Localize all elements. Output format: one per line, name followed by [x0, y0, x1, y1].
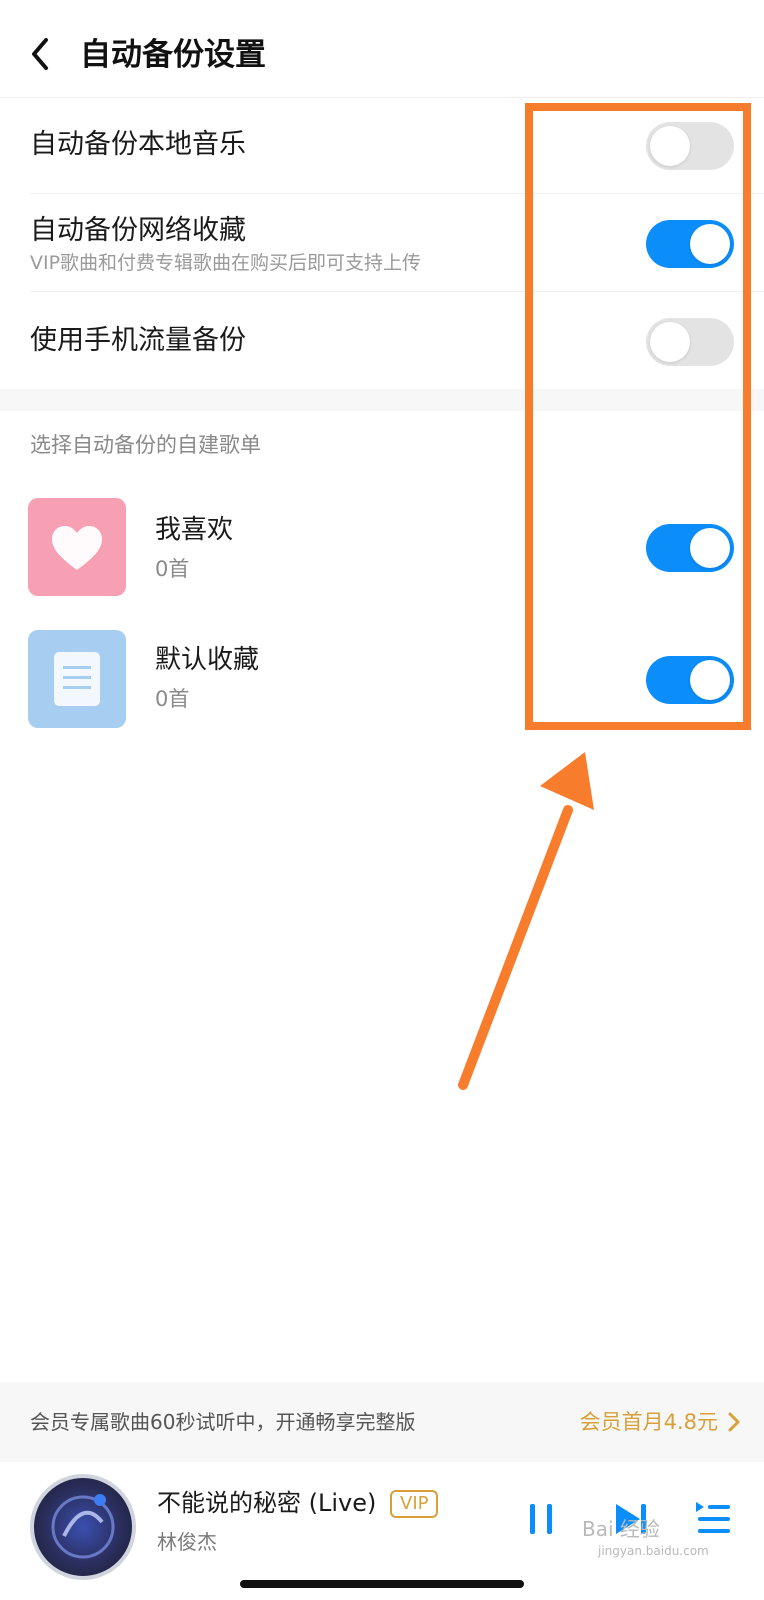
playlist-name: 默认收藏 — [155, 645, 260, 675]
playlist-count: 0首 — [155, 557, 190, 581]
watermark-url: jingyan.baidu.com — [598, 1544, 709, 1558]
annotation-highlight-box — [525, 103, 751, 730]
playlist-name: 我喜欢 — [155, 515, 234, 545]
heart-icon — [52, 526, 102, 570]
chevron-right-icon — [728, 1412, 740, 1432]
playlist-icon — [696, 1502, 730, 1533]
playlist-button[interactable] — [690, 1496, 736, 1542]
setting-subtitle: VIP歌曲和付费专辑歌曲在购买后即可支持上传 — [30, 252, 422, 274]
pause-icon — [530, 1504, 552, 1534]
home-indicator[interactable] — [240, 1580, 524, 1588]
back-button[interactable] — [22, 30, 62, 78]
setting-label: 自动备份网络收藏 — [30, 215, 246, 246]
vip-badge: VIP — [390, 1490, 439, 1518]
promo-text: 会员专属歌曲60秒试听中，开通畅享完整版 — [30, 1410, 416, 1434]
playlist-cover — [28, 630, 126, 728]
album-art[interactable] — [30, 1474, 136, 1580]
pause-button[interactable] — [518, 1496, 564, 1542]
top-bar: 自动备份设置 — [0, 0, 764, 98]
vip-promo-bar[interactable]: 会员专属歌曲60秒试听中，开通畅享完整版 会员首月4.8元 — [0, 1382, 764, 1462]
watermark-logo: Bai 经验 — [582, 1517, 660, 1541]
promo-link[interactable]: 会员首月4.8元 — [580, 1407, 718, 1437]
playlist-cover — [28, 498, 126, 596]
page-title: 自动备份设置 — [80, 37, 266, 73]
setting-label: 使用手机流量备份 — [30, 325, 246, 356]
playlist-count: 0首 — [155, 687, 190, 711]
artist-name: 林俊杰 — [157, 1530, 217, 1554]
setting-label: 自动备份本地音乐 — [30, 129, 246, 160]
section-title: 选择自动备份的自建歌单 — [30, 433, 261, 457]
document-icon — [54, 652, 100, 706]
album-cover-image — [51, 1494, 115, 1559]
song-title: 不能说的秘密 (Live) — [157, 1489, 377, 1517]
chevron-left-icon — [32, 38, 48, 70]
